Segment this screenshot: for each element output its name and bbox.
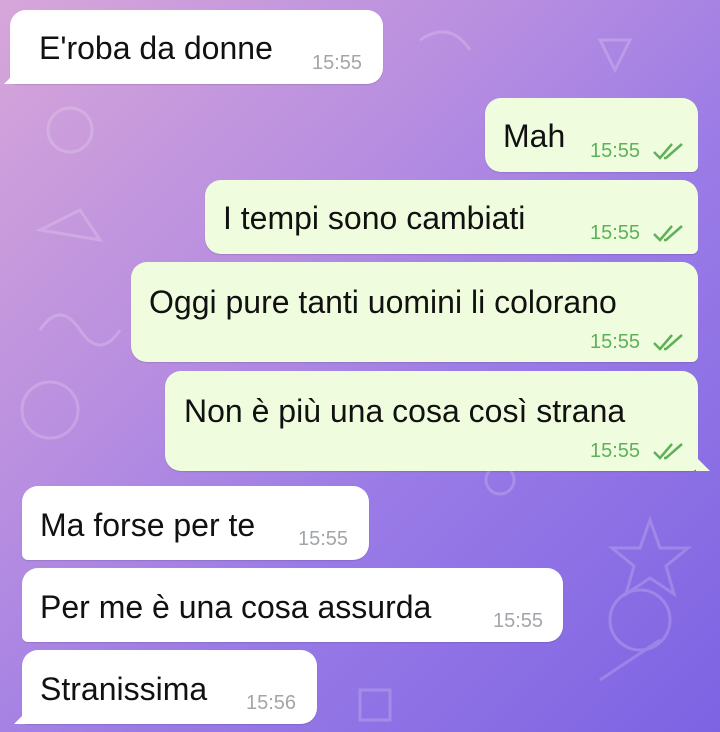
message-time: 15:55: [312, 52, 363, 74]
message-bubble-outgoing[interactable]: Oggi pure tanti uomini li colorano 15:55: [131, 262, 698, 362]
chat-messages-list[interactable]: E'roba da donne 15:55 Mah 15:55 I tempi …: [0, 0, 720, 732]
read-double-check-icon: [653, 225, 683, 242]
message-time: 15:55: [298, 528, 349, 550]
read-double-check-icon: [653, 443, 683, 460]
message-bubble-outgoing[interactable]: Non è più una cosa così strana 15:55: [165, 371, 698, 471]
read-double-check-icon: [653, 334, 683, 351]
message-time: 15:55: [493, 610, 544, 632]
message-bubble-outgoing[interactable]: Mah 15:55: [485, 98, 698, 172]
message-bubble-incoming[interactable]: E'roba da donne 15:55: [10, 10, 383, 84]
message-time: 15:55: [590, 222, 641, 244]
message-time: 15:55: [590, 440, 641, 462]
message-text: Oggi pure tanti uomini li colorano: [149, 284, 617, 320]
message-time: 15:55: [590, 331, 641, 353]
message-text: Non è più una cosa così strana: [184, 393, 626, 429]
message-bubble-incoming[interactable]: Per me è una cosa assurda 15:55: [22, 568, 563, 642]
message-text: Ma forse per te: [40, 507, 256, 543]
message-time: 15:56: [246, 692, 297, 714]
message-bubble-incoming[interactable]: Ma forse per te 15:55: [22, 486, 369, 560]
message-text: I tempi sono cambiati: [223, 200, 526, 236]
message-time: 15:55: [590, 140, 641, 162]
message-text: Per me è una cosa assurda: [40, 589, 432, 625]
message-bubble-outgoing[interactable]: I tempi sono cambiati 15:55: [205, 180, 698, 254]
message-text: Stranissima: [40, 671, 208, 707]
message-text: Mah: [503, 118, 566, 154]
message-bubble-incoming[interactable]: Stranissima 15:56: [22, 650, 317, 724]
bubble-tail: [696, 457, 710, 471]
message-text: E'roba da donne: [39, 30, 273, 66]
read-double-check-icon: [653, 143, 683, 160]
